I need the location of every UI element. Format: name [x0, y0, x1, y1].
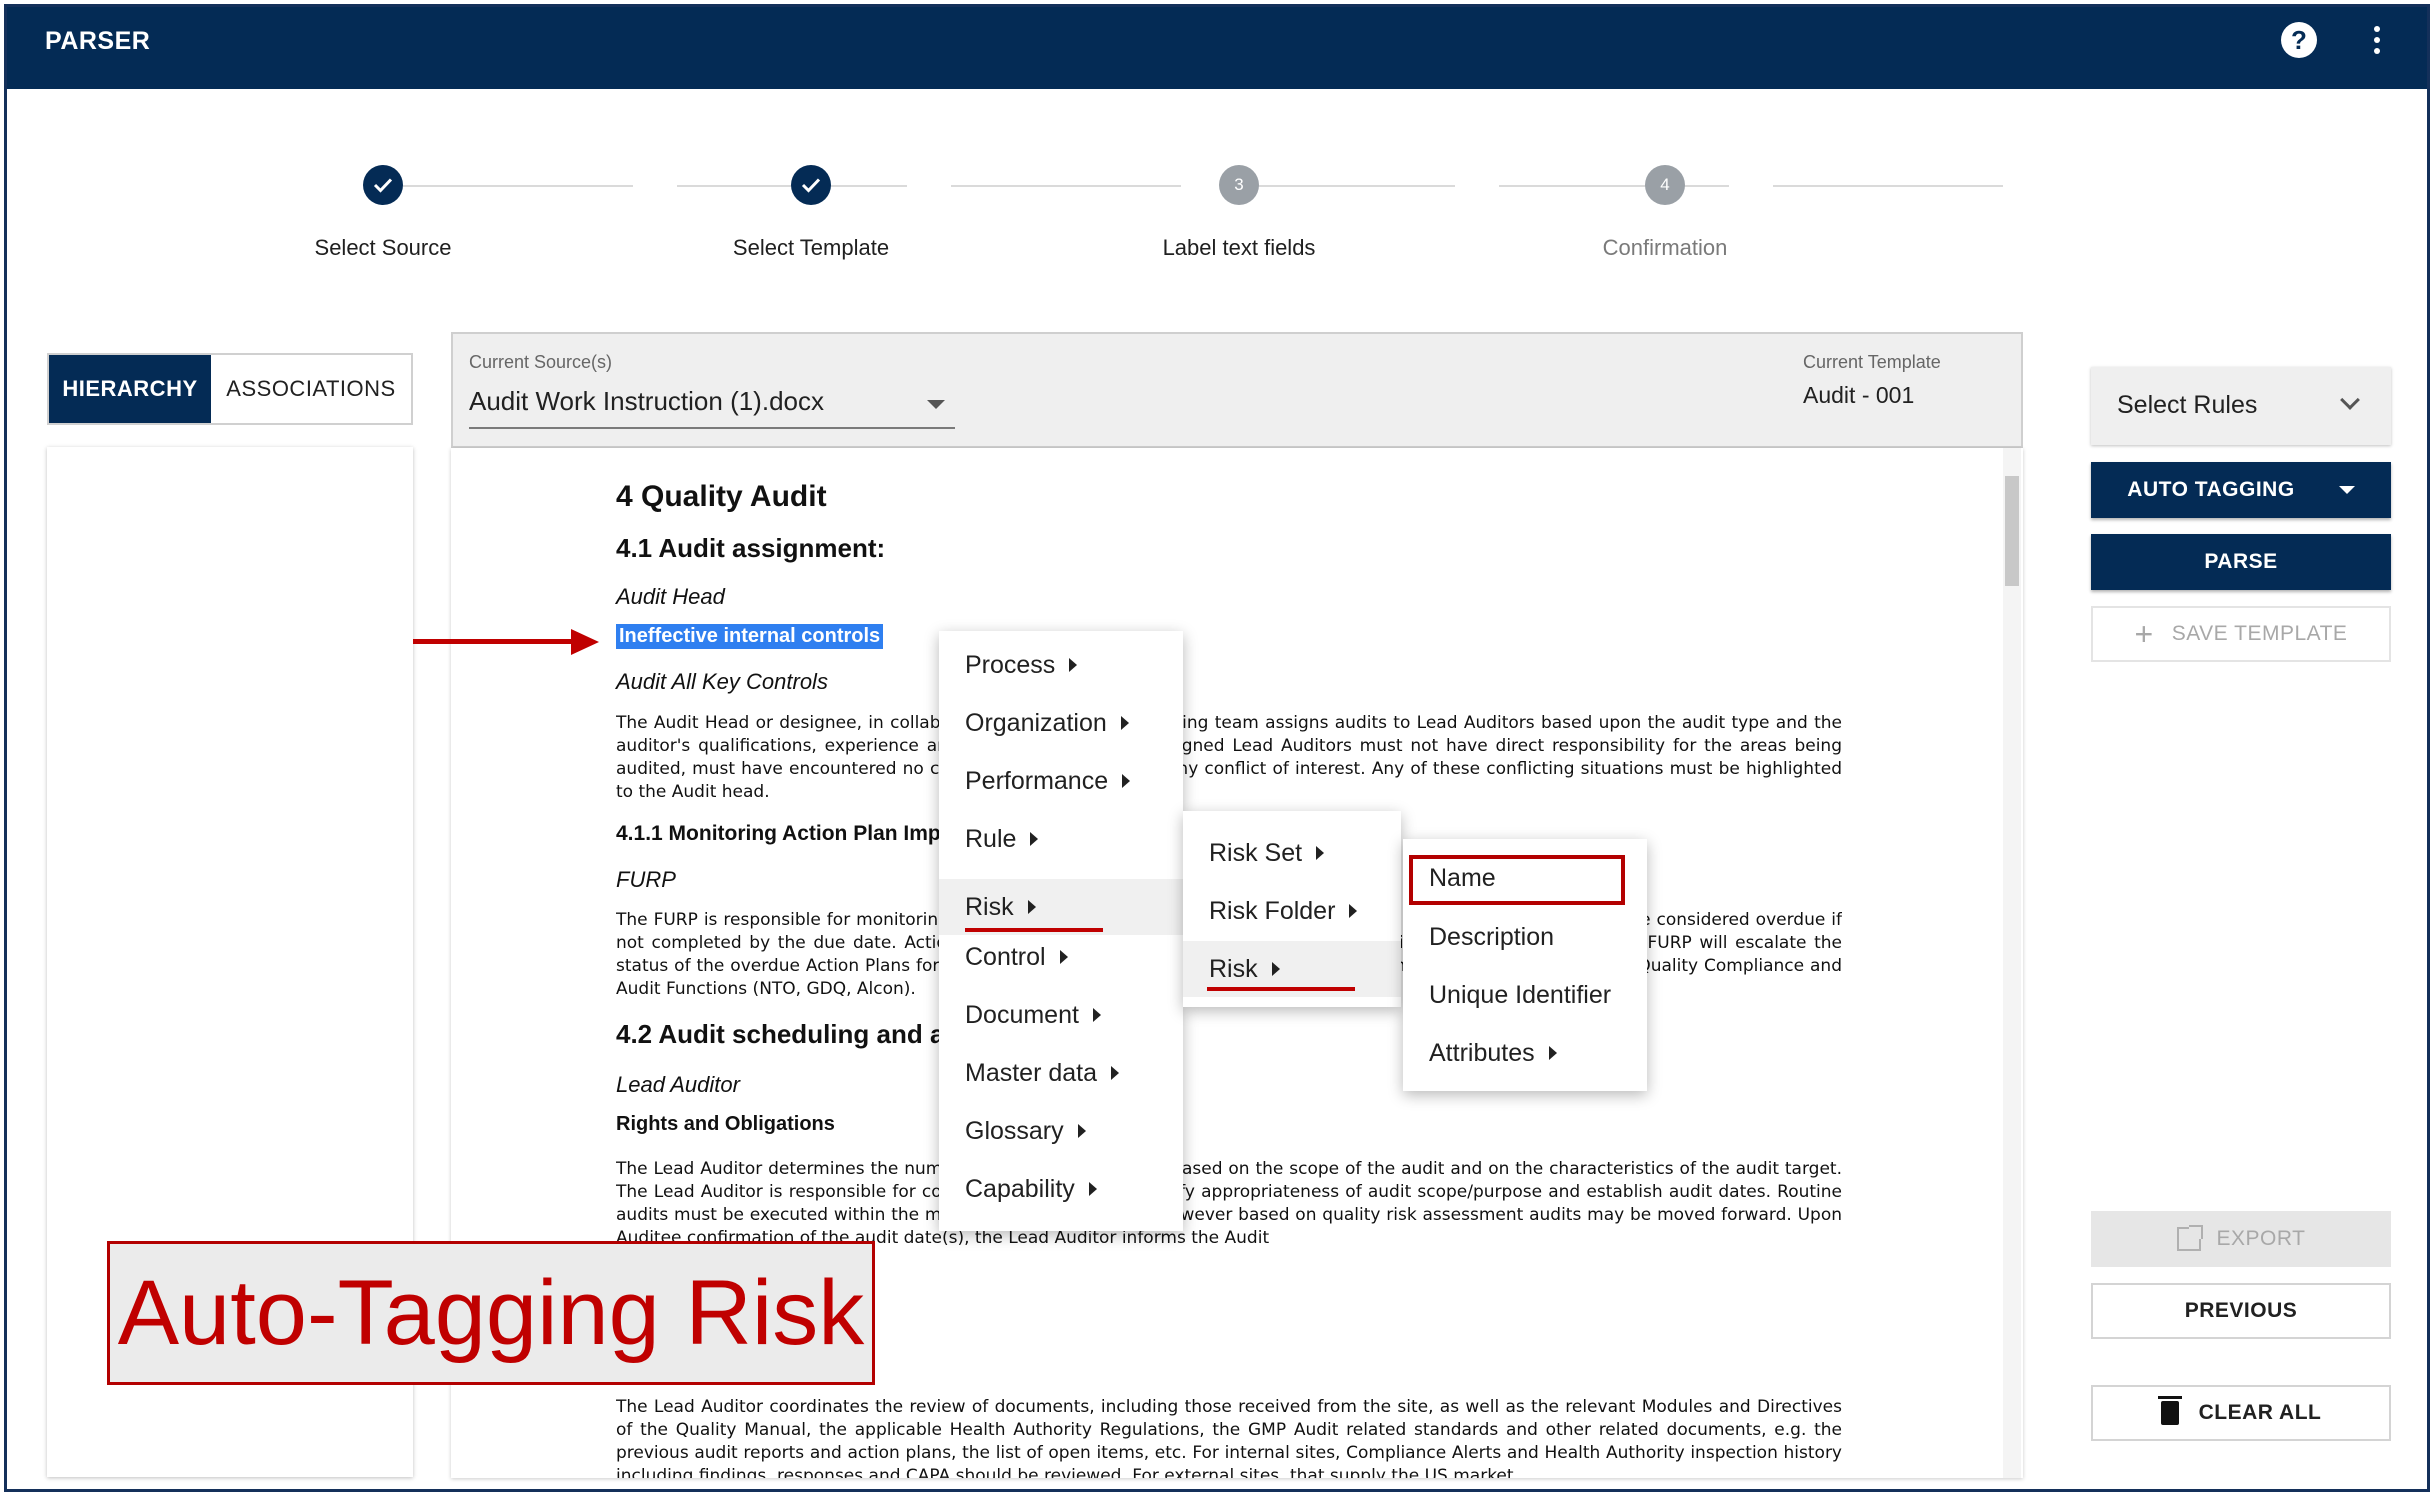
doc-heading: 4 Quality Audit [616, 480, 827, 513]
menu-item-organization[interactable]: Organization [939, 701, 1183, 745]
menu-item-description[interactable]: Description [1403, 915, 1647, 959]
step-number: 3 [1219, 165, 1259, 205]
step-select-source[interactable]: Select Source [233, 157, 533, 261]
menu-item-master-data[interactable]: Master data [939, 1051, 1183, 1095]
step-label: Select Source [314, 235, 452, 260]
doc-paragraph: The Audit Head or designee, in collabora… [616, 713, 1842, 802]
left-tabs: HIERARCHY ASSOCIATIONS [47, 353, 413, 425]
tab-associations[interactable]: ASSOCIATIONS [211, 355, 411, 423]
submenu-arrow-icon [1030, 832, 1039, 846]
clear-all-button[interactable]: CLEAR ALL [2091, 1385, 2391, 1441]
menu-item-glossary[interactable]: Glossary [939, 1109, 1183, 1153]
menu-item-process[interactable]: Process [939, 643, 1183, 687]
step-label: Confirmation [1602, 235, 1728, 260]
highlighted-text[interactable]: Ineffective internal controls [616, 624, 884, 649]
step-number: 4 [1645, 165, 1685, 205]
doc-text: Audit All Key Controls [616, 669, 828, 694]
tab-hierarchy[interactable]: HIERARCHY [49, 355, 211, 423]
parse-button[interactable]: PARSE [2091, 534, 2391, 590]
auto-tagging-button[interactable]: AUTO TAGGING [2091, 462, 2391, 518]
menu-item-risk-set[interactable]: Risk Set [1183, 831, 1401, 875]
menu-item-document[interactable]: Document [939, 993, 1183, 1037]
doc-text: Lead Auditor [616, 1072, 740, 1097]
submenu-arrow-icon [1271, 962, 1280, 976]
submenu-arrow-icon [1548, 1046, 1557, 1060]
context-menu-risk: Risk Set Risk Folder Risk [1183, 811, 1401, 1007]
source-caption: Current Source(s) [469, 352, 613, 372]
arrow-annotation [413, 639, 573, 644]
doc-heading: 4.2 Audit scheduling and announcement [616, 1019, 1115, 1049]
help-icon[interactable]: ? [2281, 22, 2317, 58]
source-select[interactable]: Audit Work Instruction (1).docx [469, 386, 824, 417]
caption-annotation: Auto-Tagging Risk [107, 1241, 875, 1385]
submenu-arrow-icon [1069, 658, 1078, 672]
submenu-arrow-icon [1111, 1066, 1120, 1080]
submenu-arrow-icon [1349, 904, 1358, 918]
doc-selection[interactable]: Ineffective internal controls [616, 624, 1842, 649]
source-select-underline [469, 427, 955, 429]
doc-subheading: Rights and Obligations [616, 1113, 835, 1135]
caret-down-icon[interactable] [927, 400, 945, 409]
step-label: Select Template [732, 235, 890, 260]
menu-item-risk-folder[interactable]: Risk Folder [1183, 889, 1401, 933]
step-select-template[interactable]: Select Template [661, 157, 961, 261]
name-highlight-annotation [1409, 855, 1625, 905]
menu-item-risk[interactable]: Risk [939, 879, 1183, 935]
menu-item-control[interactable]: Control [939, 935, 1183, 979]
caret-down-icon [2338, 486, 2355, 494]
scrollbar[interactable] [2003, 448, 2021, 1478]
menu-item-unique-identifier[interactable]: Unique Identifier [1403, 973, 1647, 1017]
menu-item-capability[interactable]: Capability [939, 1167, 1183, 1211]
submenu-arrow-icon [1027, 900, 1036, 914]
check-icon [363, 165, 403, 205]
source-bar: Current Source(s) Audit Work Instruction… [451, 332, 2023, 448]
export-button[interactable]: EXPORT [2091, 1211, 2391, 1267]
menu-item-performance[interactable]: Performance [939, 759, 1183, 803]
step-confirmation[interactable]: 4 Confirmation [1515, 157, 1815, 261]
submenu-arrow-icon [1120, 716, 1129, 730]
select-rules-dropdown[interactable]: Select Rules [2091, 367, 2391, 445]
save-template-button[interactable]: + SAVE TEMPLATE [2091, 606, 2391, 662]
check-icon [791, 165, 831, 205]
app-bar: PARSER ? [7, 7, 2427, 89]
doc-paragraph: The Lead Auditor determines the number o… [616, 1159, 1842, 1248]
plus-icon: + [2134, 615, 2154, 652]
scrollbar-thumb[interactable] [2005, 476, 2019, 586]
app-window: PARSER ? Select Source Select Template 3… [4, 4, 2430, 1492]
export-icon [2176, 1225, 2203, 1251]
chevron-down-icon [2340, 390, 2360, 410]
previous-button[interactable]: PREVIOUS [2091, 1283, 2391, 1339]
trash-icon [2157, 1396, 2182, 1425]
submenu-arrow-icon [1092, 1008, 1101, 1022]
stepper: Select Source Select Template 3 Label te… [7, 157, 2427, 277]
doc-paragraph: The Lead Auditor coordinates the review … [616, 1397, 1842, 1478]
template-value: Audit - 001 [1803, 382, 1915, 408]
step-label-text-fields[interactable]: 3 Label text fields [1089, 157, 1389, 261]
submenu-arrow-icon [1059, 950, 1068, 964]
step-label: Label text fields [1162, 235, 1316, 260]
app-title: PARSER [45, 27, 151, 55]
submenu-arrow-icon [1316, 846, 1325, 860]
risk-underline-annotation [1207, 987, 1355, 991]
risk-underline-annotation [965, 928, 1103, 932]
menu-item-attributes[interactable]: Attributes [1403, 1031, 1647, 1075]
template-caption: Current Template [1803, 352, 1941, 372]
more-vert-icon[interactable] [2371, 23, 2383, 59]
submenu-arrow-icon [1122, 774, 1131, 788]
doc-text: Audit Head [616, 584, 725, 609]
arrow-head-icon [571, 629, 599, 655]
submenu-arrow-icon [1077, 1124, 1086, 1138]
submenu-arrow-icon [1088, 1182, 1097, 1196]
menu-item-rule[interactable]: Rule [939, 817, 1183, 861]
doc-heading: 4.1 Audit assignment: [616, 533, 886, 563]
